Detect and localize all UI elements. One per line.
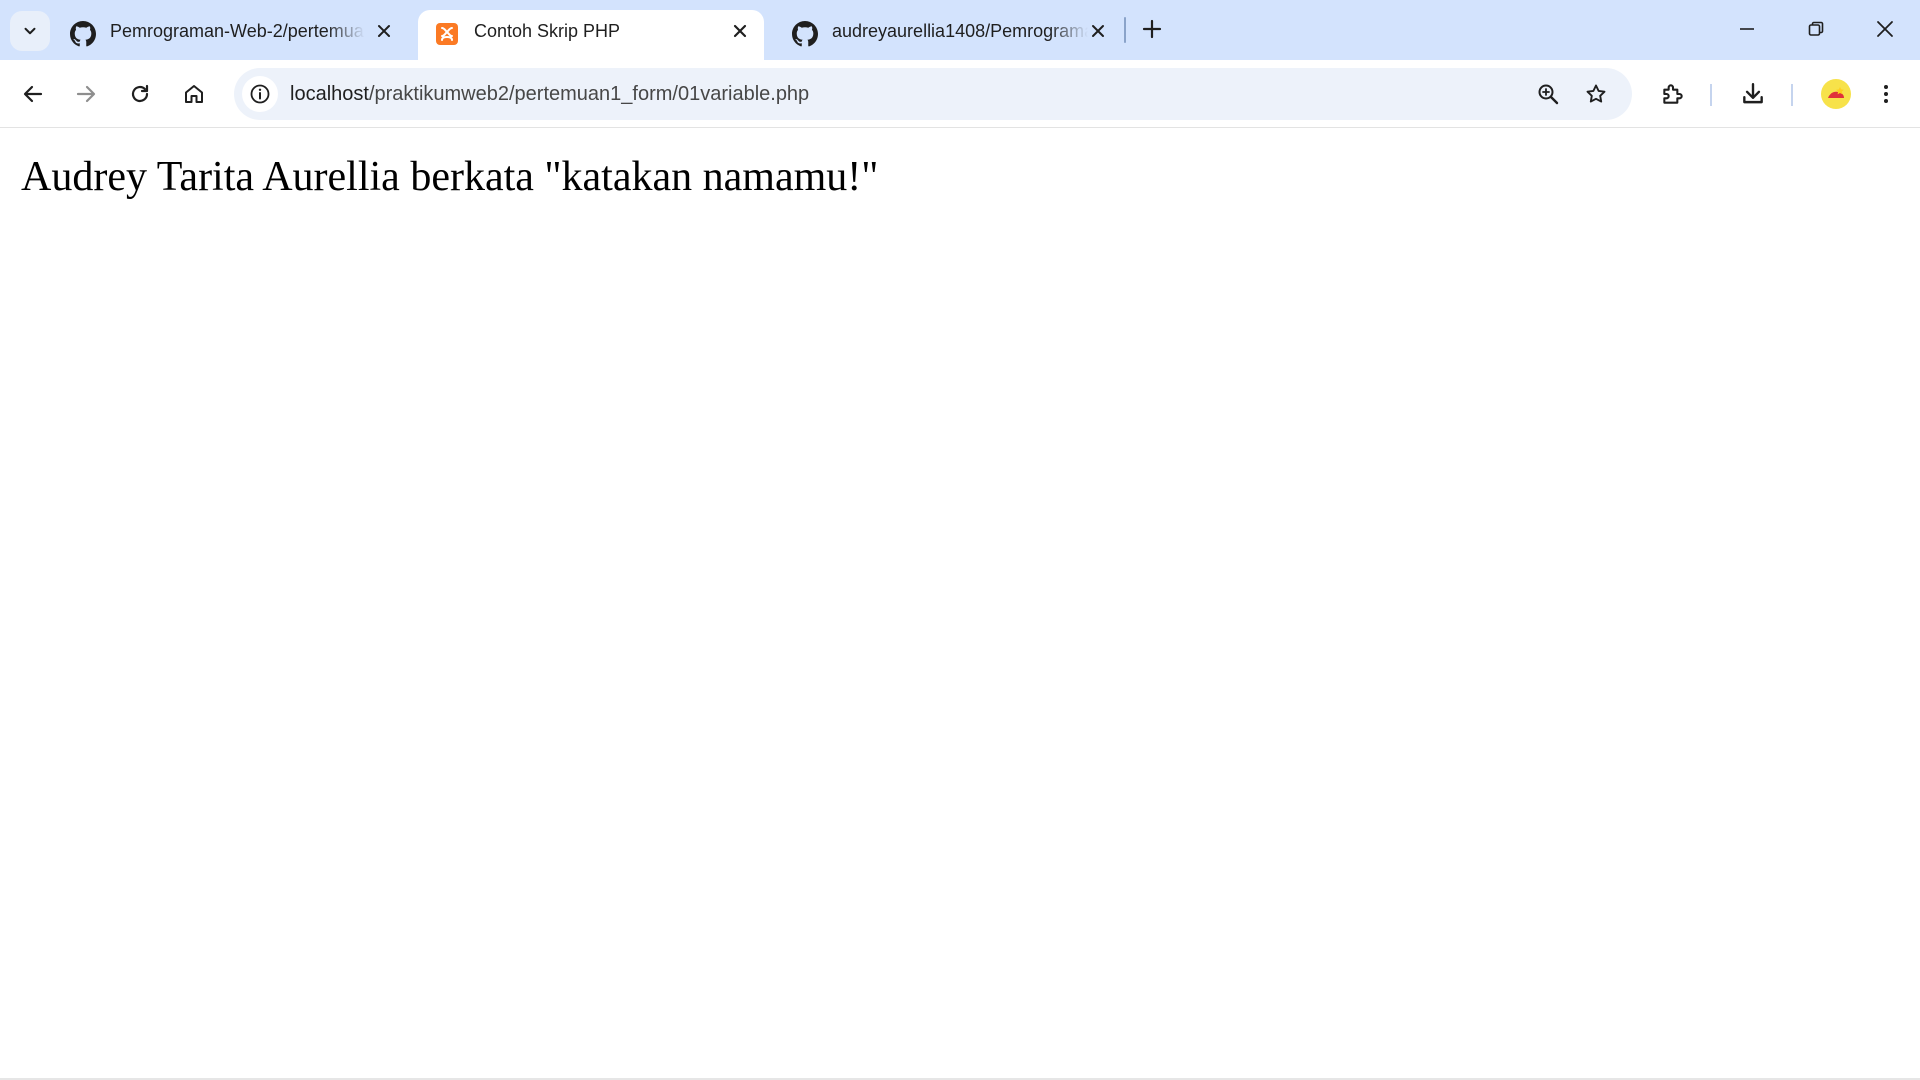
profile-button[interactable] — [1816, 74, 1856, 114]
github-icon — [792, 21, 818, 47]
tab-separator — [1124, 17, 1126, 43]
restore-button[interactable] — [1781, 0, 1851, 58]
page-text: Audrey Tarita Aurellia berkata "katakan … — [21, 154, 879, 200]
home-button[interactable] — [174, 74, 214, 114]
bookmark-button[interactable] — [1580, 78, 1612, 110]
tab-search-button[interactable] — [10, 11, 50, 51]
close-window-button[interactable] — [1850, 0, 1920, 58]
github-icon — [70, 21, 96, 47]
url-text[interactable]: localhost/praktikumweb2/pertemuan1_form/… — [290, 68, 809, 120]
menu-button[interactable] — [1866, 74, 1906, 114]
url-host: localhost — [290, 83, 369, 105]
tab-title: audreyaurellia1408/Pemrograman — [832, 21, 1088, 41]
back-button[interactable] — [13, 74, 53, 114]
downloads-button[interactable] — [1733, 74, 1773, 114]
zoom-in-icon — [1538, 84, 1559, 105]
reload-icon — [131, 84, 149, 103]
info-icon — [250, 84, 270, 104]
reload-button[interactable] — [120, 74, 160, 114]
toolbar-divider — [1791, 84, 1793, 106]
close-icon — [1877, 21, 1893, 37]
avatar — [1821, 79, 1851, 109]
arrow-left-icon — [23, 85, 43, 103]
minimize-icon — [1740, 28, 1754, 30]
plus-icon — [1142, 19, 1162, 39]
page-content: Audrey Tarita Aurellia berkata "katakan … — [0, 129, 1920, 1079]
zoom-button[interactable] — [1532, 78, 1564, 110]
forward-button[interactable] — [66, 74, 106, 114]
tab-strip: Pemrograman-Web-2/pertemuan Contoh Skrip… — [0, 0, 1920, 60]
download-icon — [1743, 83, 1763, 104]
home-icon — [185, 85, 203, 103]
close-icon — [1092, 25, 1104, 37]
tab-github-pemrograman[interactable]: Pemrograman-Web-2/pertemuan — [54, 10, 406, 60]
arrow-right-icon — [76, 85, 96, 103]
minimize-button[interactable] — [1712, 0, 1782, 58]
tab-title: Contoh Skrip PHP — [474, 21, 621, 41]
tab-github-audreyaurellia[interactable]: audreyaurellia1408/Pemrograman — [776, 10, 1118, 60]
xampp-icon — [434, 21, 460, 47]
avatar-icon — [1828, 87, 1844, 98]
puzzle-icon — [1663, 84, 1683, 104]
address-bar[interactable]: localhost/praktikumweb2/pertemuan1_form/… — [234, 68, 1632, 120]
restore-icon — [1808, 21, 1824, 36]
new-tab-button[interactable] — [1136, 13, 1168, 45]
tab-close-button[interactable] — [1086, 19, 1110, 43]
star-icon — [1586, 84, 1606, 103]
more-vertical-icon — [1884, 85, 1888, 103]
browser-toolbar: localhost/praktikumweb2/pertemuan1_form/… — [0, 60, 1920, 128]
toolbar-divider — [1710, 84, 1712, 106]
close-icon — [733, 24, 747, 38]
tab-contoh-skrip-php[interactable]: Contoh Skrip PHP — [418, 10, 764, 60]
extensions-button[interactable] — [1653, 74, 1693, 114]
site-info-button[interactable] — [242, 76, 278, 112]
close-icon — [378, 25, 390, 37]
tab-title: Pemrograman-Web-2/pertemuan — [110, 21, 365, 41]
tab-close-button[interactable] — [728, 19, 752, 43]
url-path: /praktikumweb2/pertemuan1_form/01variabl… — [368, 83, 810, 105]
tab-close-button[interactable] — [372, 19, 396, 43]
chevron-down-icon — [24, 27, 36, 35]
